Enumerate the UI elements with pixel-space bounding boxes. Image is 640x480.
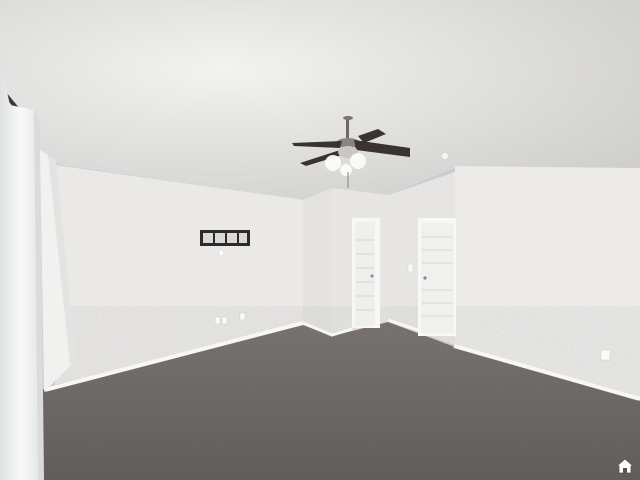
wall-plug	[220, 251, 223, 255]
door-knob[interactable]	[423, 276, 427, 280]
light-switch[interactable]	[407, 263, 414, 273]
outlet	[239, 312, 246, 321]
room-photo	[0, 0, 640, 480]
outlet	[221, 316, 228, 325]
outlet	[600, 349, 611, 361]
house-icon	[616, 458, 634, 474]
hallway-door[interactable]	[352, 218, 380, 328]
door-knob[interactable]	[370, 274, 374, 278]
wall-picture-frame	[200, 230, 250, 246]
smoke-detector	[441, 152, 449, 160]
center-wall	[303, 188, 332, 336]
outlet	[214, 316, 221, 325]
closet-door[interactable]	[418, 218, 456, 336]
room-illustration	[0, 0, 640, 480]
